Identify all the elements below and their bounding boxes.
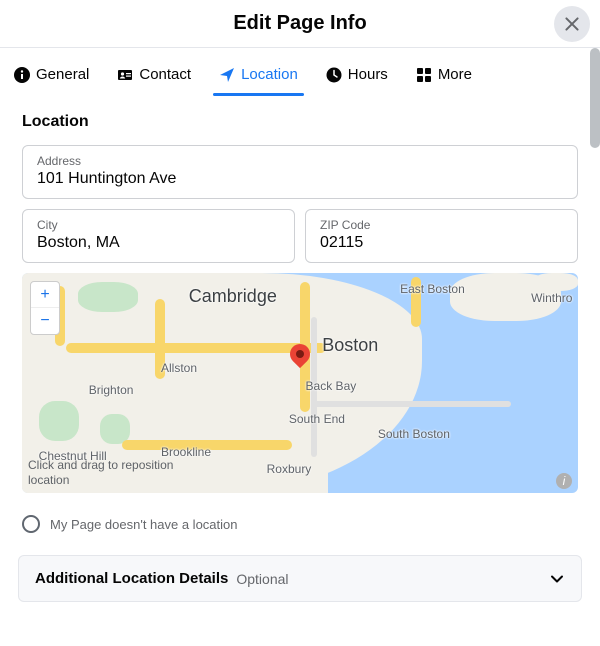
address-input[interactable]	[37, 170, 563, 188]
tab-location[interactable]: Location	[213, 58, 304, 95]
zip-field-wrapper[interactable]: ZIP Code	[305, 209, 578, 263]
tab-bar: General Contact Location Hours More	[0, 48, 600, 95]
tab-label: More	[438, 66, 472, 83]
map-road	[311, 401, 511, 407]
accordion-subtitle: Optional	[236, 571, 288, 587]
close-button[interactable]	[554, 6, 590, 42]
contact-card-icon	[117, 67, 133, 83]
map-label-cambridge: Cambridge	[189, 286, 277, 307]
tab-general[interactable]: General	[8, 58, 95, 95]
tab-hours[interactable]: Hours	[320, 58, 394, 95]
map-attribution-icon[interactable]: i	[556, 473, 572, 489]
map-label-east-boston: East Boston	[400, 282, 465, 296]
zoom-in-button[interactable]: +	[31, 282, 59, 308]
section-title: Location	[22, 113, 578, 131]
map-road	[66, 343, 326, 353]
map[interactable]: Cambridge East Boston Winthro Boston All…	[22, 273, 578, 493]
city-label: City	[37, 218, 280, 232]
map-label-south-end: South End	[289, 412, 345, 426]
map-pin-icon[interactable]	[289, 340, 311, 370]
address-label: Address	[37, 154, 563, 168]
tab-contact[interactable]: Contact	[111, 58, 197, 95]
map-park	[78, 282, 138, 312]
additional-details-accordion[interactable]: Additional Location Details Optional	[18, 555, 582, 602]
map-label-allston: Allston	[161, 361, 197, 375]
tab-label: Contact	[139, 66, 191, 83]
close-icon	[564, 16, 580, 32]
zoom-out-button[interactable]: −	[31, 308, 59, 334]
zip-label: ZIP Code	[320, 218, 563, 232]
content-scroll[interactable]: General Contact Location Hours More Loca…	[0, 48, 600, 646]
tab-label: General	[36, 66, 89, 83]
tab-label: Hours	[348, 66, 388, 83]
info-icon	[14, 67, 30, 83]
map-land	[534, 273, 578, 291]
tab-more[interactable]: More	[410, 58, 478, 95]
address-field-wrapper[interactable]: Address	[22, 145, 578, 199]
map-label-brookline: Brookline	[161, 445, 211, 459]
map-label-roxbury: Roxbury	[267, 462, 312, 476]
map-park	[39, 401, 79, 441]
zip-input[interactable]	[320, 234, 563, 252]
map-label-winthrop: Winthro	[531, 291, 572, 305]
page-title: Edit Page Info	[233, 12, 366, 35]
map-label-boston: Boston	[322, 335, 378, 356]
zoom-control: + −	[30, 281, 60, 335]
map-label-back-bay: Back Bay	[306, 379, 357, 393]
map-hint: Click and drag to reposition location	[28, 458, 218, 487]
no-location-label: My Page doesn't have a location	[50, 517, 238, 532]
no-location-radio[interactable]	[22, 515, 40, 533]
location-arrow-icon	[219, 67, 235, 83]
city-input[interactable]	[37, 234, 280, 252]
chevron-down-icon	[549, 571, 565, 587]
map-label-brighton: Brighton	[89, 383, 134, 397]
city-field-wrapper[interactable]: City	[22, 209, 295, 263]
grid-icon	[416, 67, 432, 83]
scrollbar-thumb[interactable]	[590, 48, 600, 148]
map-label-south-boston: South Boston	[378, 427, 450, 441]
tab-label: Location	[241, 66, 298, 83]
clock-icon	[326, 67, 342, 83]
accordion-title: Additional Location Details	[35, 570, 228, 587]
